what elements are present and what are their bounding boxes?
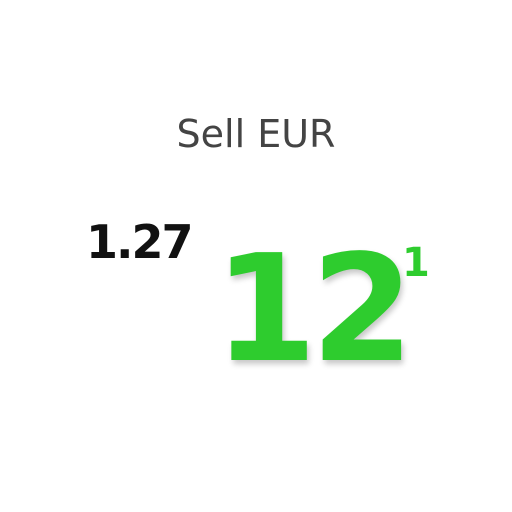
- price-pips: 12: [214, 223, 414, 395]
- sell-eur-quote-tile[interactable]: Sell EUR 1.27 12 1: [0, 0, 512, 512]
- price-fractional-pip: 1: [402, 240, 430, 286]
- quote-title: Sell EUR: [176, 112, 336, 156]
- price-big-figure: 1.27: [86, 215, 193, 269]
